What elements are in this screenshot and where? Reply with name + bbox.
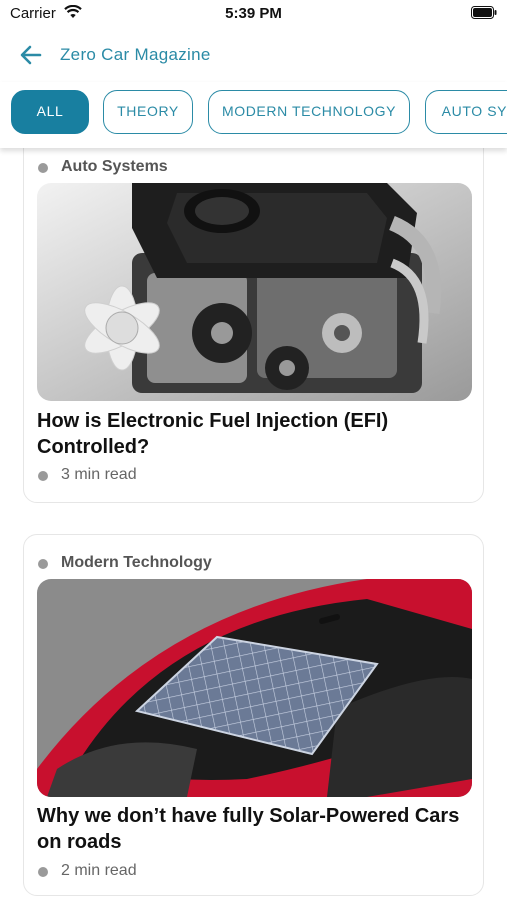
tab-modern-technology[interactable]: MODERN TECHNOLOGY [208,90,410,134]
category-dot [38,559,48,569]
category-dot [38,163,48,173]
read-time-label: 2 min read [61,862,137,879]
article-title[interactable]: How is Electronic Fuel Injection (EFI) C… [37,408,477,460]
article-card[interactable]: Modern Technology Why we don’t have full… [23,534,484,896]
status-bar: Carrier 5:39 PM [0,0,507,28]
read-time-label: 3 min read [61,466,137,483]
tab-theory[interactable]: THEORY [103,90,193,134]
article-card[interactable]: Auto Systems How is Electronic Fuel Inje… [23,120,484,503]
app-header: Zero Car Magazine [0,28,507,82]
read-time-dot [38,867,48,877]
clock: 5:39 PM [225,5,282,22]
article-title[interactable]: Why we don’t have fully Solar-Powered Ca… [37,803,477,855]
solar-car-image[interactable] [37,579,472,797]
page-title: Zero Car Magazine [60,45,211,64]
back-arrow-icon[interactable] [18,43,44,67]
tab-auto-systems[interactable]: AUTO SYSTEMS [425,90,507,134]
read-time-dot [38,471,48,481]
battery-icon [471,6,497,19]
category-label: Modern Technology [61,554,212,571]
tab-all[interactable]: ALL [11,90,89,134]
engine-image[interactable] [37,183,472,401]
category-tabs: ALL THEORY MODERN TECHNOLOGY AUTO SYSTEM… [0,82,507,148]
category-label: Auto Systems [61,158,168,175]
